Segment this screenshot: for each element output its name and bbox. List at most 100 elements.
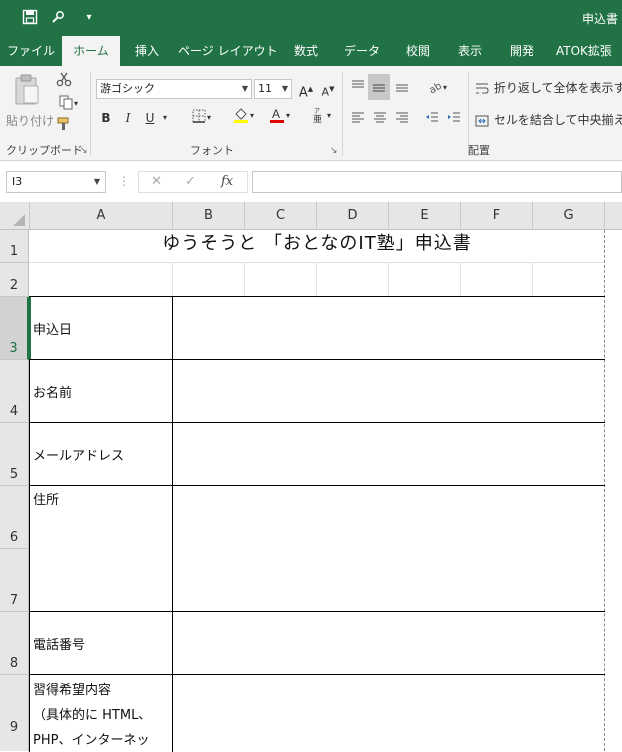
cut-icon[interactable] [54, 71, 74, 91]
shrink-font-icon[interactable]: A▼ [318, 79, 338, 99]
align-left-icon[interactable] [348, 110, 368, 130]
touch-mode-icon[interactable] [50, 9, 68, 27]
customize-qat-icon[interactable]: ▾ [80, 9, 98, 27]
column-header-g[interactable]: G [533, 202, 605, 229]
email-value-cell[interactable] [173, 423, 604, 485]
font-color-icon[interactable]: A ▾ [262, 106, 296, 126]
orientation-icon[interactable]: ab ▾ [422, 78, 452, 98]
gridline [388, 263, 389, 297]
field-label-date: 申込日 [33, 323, 73, 338]
row-header-4[interactable]: 4 [0, 360, 29, 423]
select-all-button[interactable] [0, 202, 30, 229]
row-header-8[interactable]: 8 [0, 612, 29, 675]
address-value-cell[interactable] [173, 486, 604, 611]
date-value-cell[interactable] [173, 297, 604, 359]
name-value-cell[interactable] [173, 360, 604, 422]
svg-text:ab: ab [427, 81, 443, 94]
chevron-down-icon: ▼ [241, 84, 248, 93]
gridline [29, 262, 605, 263]
ribbon: 貼り付け ▾ クリップボード ↘ 游ゴシック ▼ 11 ▼ A▲ A▼ B I U … [0, 66, 622, 161]
svg-text:ア: ア [314, 108, 320, 115]
tab-home[interactable]: ホーム [62, 36, 120, 66]
merge-cells-icon [475, 115, 489, 126]
column-header-e[interactable]: E [389, 202, 461, 229]
window-title: 申込書 [581, 12, 618, 26]
cancel-icon[interactable]: ✕ [151, 174, 162, 189]
tab-file[interactable]: ファイル [2, 36, 60, 66]
align-top-icon[interactable] [348, 78, 368, 98]
column-headers: A B C D E F G [0, 202, 622, 230]
svg-text:A: A [272, 107, 280, 121]
align-bottom-icon[interactable] [392, 78, 412, 98]
column-header-b[interactable]: B [173, 202, 245, 229]
chevron-down-icon: ▼ [93, 177, 100, 186]
format-painter-icon[interactable] [54, 116, 74, 136]
row-header-2[interactable]: 2 [0, 263, 29, 297]
row-header-9[interactable]: 9 [0, 675, 29, 751]
row-header-3[interactable]: 3 [0, 297, 29, 360]
column-header-a[interactable]: A [30, 202, 173, 229]
decrease-indent-icon[interactable] [422, 110, 442, 130]
tab-insert[interactable]: 挿入 [124, 36, 170, 66]
underline-dropdown-icon[interactable]: ▾ [160, 108, 170, 128]
borders-icon[interactable]: ▾ [186, 108, 216, 128]
field-label-course: 習得希望内容 [33, 683, 112, 698]
tab-review[interactable]: 校閲 [396, 36, 440, 66]
column-header-f[interactable]: F [461, 202, 533, 229]
enter-icon[interactable]: ✓ [185, 174, 196, 189]
active-cell-indicator [29, 297, 31, 359]
chevron-down-icon: ▼ [281, 84, 288, 93]
column-header-c[interactable]: C [245, 202, 317, 229]
formula-buttons: ✕ ✓ fx [138, 171, 248, 193]
row-header-6[interactable]: 6 [0, 486, 29, 549]
align-middle-icon[interactable] [368, 74, 390, 100]
fill-color-icon[interactable]: ▾ [226, 106, 260, 126]
title-bar: ▾ 申込書 [0, 0, 622, 36]
merge-center-label: セルを結合して中央揃え [493, 113, 622, 127]
tab-atok[interactable]: ATOK拡張 [556, 36, 622, 66]
align-right-icon[interactable] [392, 110, 412, 130]
save-icon[interactable] [21, 9, 39, 27]
sheet-title: ゆうそうと 「おとなのIT塾」申込書 [162, 233, 472, 254]
tab-view[interactable]: 表示 [448, 36, 492, 66]
phone-value-cell[interactable] [173, 612, 604, 674]
gridline [244, 263, 245, 297]
svg-text:亜: 亜 [313, 114, 322, 124]
field-label-course-detail-2: PHP、インターネッ [33, 733, 150, 748]
course-value-cell[interactable] [173, 675, 604, 751]
column-header-h[interactable] [605, 202, 622, 229]
column-header-d[interactable]: D [317, 202, 389, 229]
clipboard-launcher-icon[interactable]: ↘ [80, 146, 88, 156]
italic-button[interactable]: I [120, 108, 136, 128]
more-icon: ⋮ [118, 174, 130, 188]
paste-button[interactable]: 貼り付け [6, 72, 54, 134]
formula-bar: I3 ▼ ⋮ ✕ ✓ fx [0, 161, 622, 201]
merge-center-button[interactable]: セルを結合して中央揃え [474, 110, 622, 130]
row-header-7[interactable]: 7 [0, 549, 29, 612]
row-header-5[interactable]: 5 [0, 423, 29, 486]
font-launcher-icon[interactable]: ↘ [330, 146, 338, 156]
font-name-select[interactable]: 游ゴシック ▼ [96, 79, 252, 99]
insert-function-icon[interactable]: fx [221, 174, 233, 189]
tab-page-layout[interactable]: ページ レイアウト [178, 36, 278, 66]
name-box[interactable]: I3 ▼ [6, 171, 106, 193]
wrap-text-button[interactable]: 折り返して全体を表示する [474, 78, 622, 98]
align-center-icon[interactable] [370, 110, 390, 130]
tab-data[interactable]: データ [336, 36, 388, 66]
field-label-phone: 電話番号 [33, 638, 86, 653]
row-header-1[interactable]: 1 [0, 230, 29, 263]
underline-button[interactable]: U [142, 108, 158, 128]
wrap-text-label: 折り返して全体を表示する [493, 81, 622, 95]
font-size-select[interactable]: 11 ▼ [254, 79, 292, 99]
increase-indent-icon[interactable] [444, 110, 464, 130]
tab-developer[interactable]: 開発 [500, 36, 544, 66]
paste-icon [15, 74, 39, 105]
bold-button[interactable]: B [98, 108, 114, 128]
ribbon-tabs: ファイル ホーム 挿入 ページ レイアウト 数式 データ 校閲 表示 開発 AT… [0, 36, 622, 66]
grow-font-icon[interactable]: A▲ [296, 79, 316, 100]
phonetic-guide-icon[interactable]: ア亜 ▾ [306, 106, 336, 126]
copy-icon[interactable]: ▾ [54, 94, 82, 114]
field-label-address: 住所 [33, 493, 60, 508]
tab-formulas[interactable]: 数式 [284, 36, 328, 66]
formula-input[interactable] [252, 171, 622, 193]
